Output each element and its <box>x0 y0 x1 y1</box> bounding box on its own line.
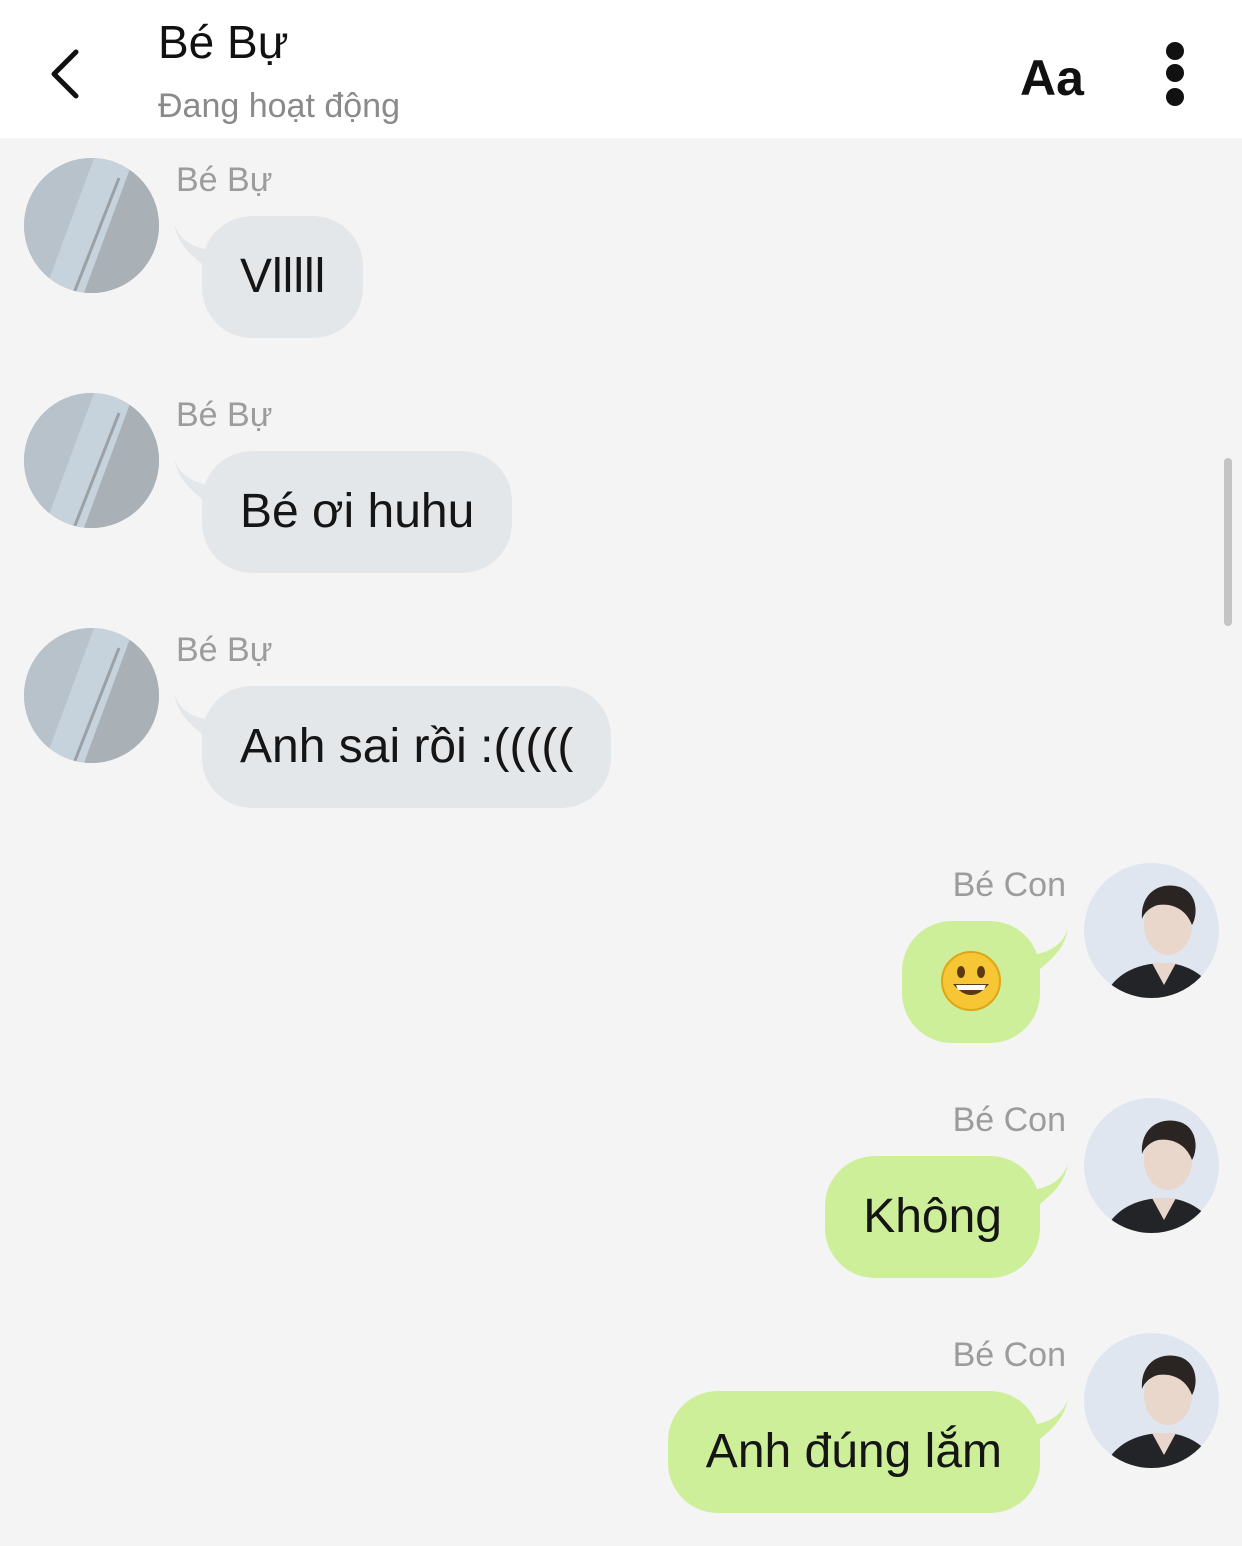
message-bubble[interactable]: Bé ơi huhu <box>202 451 513 573</box>
font-size-button[interactable]: Aa <box>1012 46 1092 110</box>
message-bubble[interactable]: Vlllll <box>202 216 364 338</box>
sender-name: Bé Bự <box>176 631 273 669</box>
message-list[interactable]: Bé Bự Vlllll Bé Bự Bé ơi huhu Bé Bự Anh … <box>0 138 1242 1546</box>
sender-name: Bé Con <box>952 1101 1066 1139</box>
contact-avatar[interactable] <box>24 158 159 293</box>
conversation-title: Bé Bự <box>158 16 289 68</box>
user-avatar[interactable] <box>1084 863 1219 998</box>
message-bubble[interactable]: Anh sai rồi :((((( <box>202 686 612 808</box>
presence-status: Đang hoạt động <box>158 87 400 125</box>
user-avatar[interactable] <box>1084 1333 1219 1468</box>
sender-name: Bé Bự <box>176 396 273 434</box>
message-row: Bé Con <box>0 843 1242 1043</box>
sender-name: Bé Con <box>952 1336 1066 1374</box>
chevron-left-icon <box>51 49 79 99</box>
chat-header: Bé Bự Đang hoạt động Aa <box>0 0 1242 138</box>
sender-name: Bé Bự <box>176 161 273 199</box>
user-avatar[interactable] <box>1084 1098 1219 1233</box>
message-row: Bé Bự Bé ơi huhu <box>0 373 1242 573</box>
sender-name: Bé Con <box>952 866 1066 904</box>
more-options-button[interactable] <box>1150 36 1200 110</box>
contact-avatar[interactable] <box>24 393 159 528</box>
message-row: Bé Con Anh đúng lắm <box>0 1313 1242 1513</box>
message-bubble[interactable]: Không <box>825 1156 1040 1278</box>
message-row: Bé Con Không <box>0 1078 1242 1278</box>
message-bubble[interactable] <box>902 921 1040 1043</box>
message-bubble[interactable]: Anh đúng lắm <box>667 1391 1040 1513</box>
smiling-face-emoji <box>941 951 1001 1012</box>
contact-avatar[interactable] <box>24 628 159 763</box>
back-button[interactable] <box>36 38 96 108</box>
message-row: Bé Bự Vlllll <box>0 138 1242 338</box>
message-row: Bé Bự Anh sai rồi :((((( <box>0 608 1242 808</box>
more-vertical-icon <box>1166 42 1184 60</box>
scrollbar[interactable] <box>1224 458 1232 626</box>
